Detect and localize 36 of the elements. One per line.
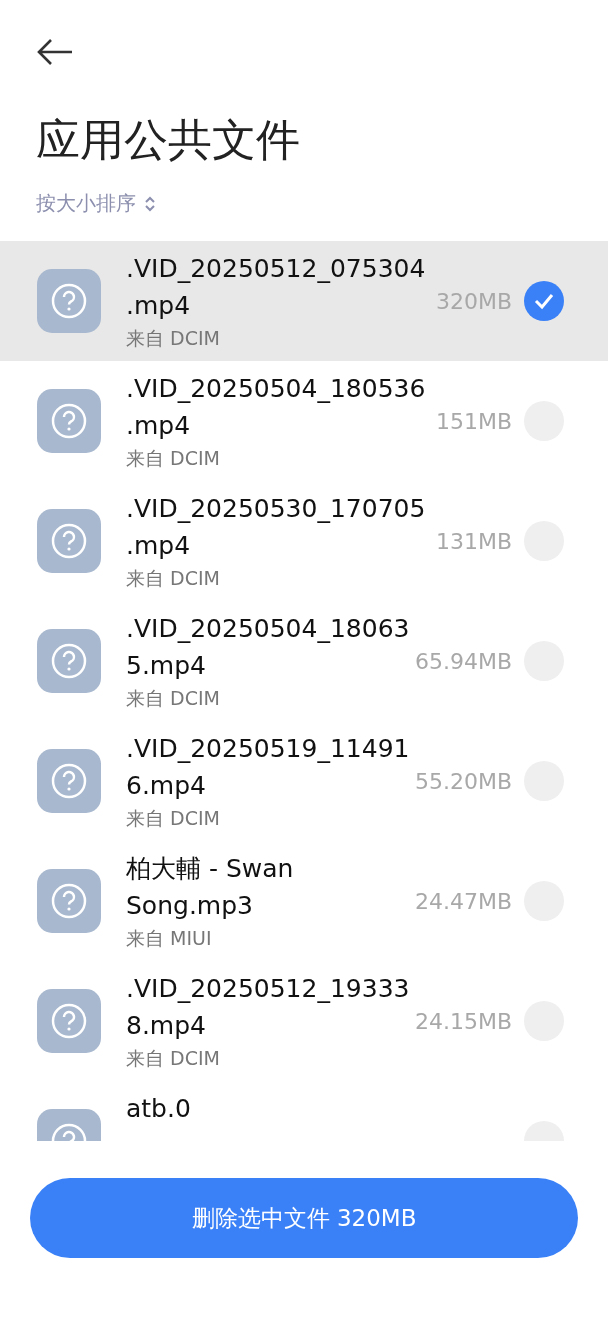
unknown-file-icon [37, 389, 101, 453]
unknown-file-icon [37, 509, 101, 573]
file-source: 来自 MIUI [126, 926, 212, 951]
file-row[interactable]: .VID_20250512_075304.mp4 来自 DCIM 320MB [0, 241, 608, 361]
back-arrow-icon[interactable] [36, 38, 74, 66]
file-size: 151MB [435, 408, 512, 434]
file-name: .VID_20250512_075304.mp4 [126, 253, 426, 322]
unknown-file-icon [37, 629, 101, 693]
file-name: atb.0 [126, 1093, 191, 1125]
file-name: 柏大輔 - Swan Song.mp3 [126, 853, 295, 922]
unknown-file-icon [37, 749, 101, 813]
file-source: 来自 DCIM [126, 1046, 220, 1071]
select-checkbox[interactable] [524, 281, 564, 321]
file-source: 来自 DCIM [126, 686, 220, 711]
file-size: 24.15MB [414, 1008, 512, 1034]
file-name: .VID_20250504_180635.mp4 [126, 613, 411, 682]
file-name: .VID_20250530_170705.mp4 [126, 493, 426, 562]
unknown-file-icon [37, 269, 101, 333]
page-title: 应用公共文件 [36, 113, 300, 167]
sort-chevron-icon [144, 194, 156, 213]
file-source: 来自 DCIM [126, 806, 220, 831]
file-name: .VID_20250504_180536.mp4 [126, 373, 426, 442]
file-size: 65.94MB [414, 648, 512, 674]
file-size: 24.47MB [414, 888, 512, 914]
delete-selected-button[interactable]: 删除选中文件 320MB [30, 1178, 578, 1258]
file-source: 来自 DCIM [126, 566, 220, 591]
file-name: .VID_20250519_114916.mp4 [126, 733, 411, 802]
file-source: 来自 DCIM [126, 446, 220, 471]
file-source: 来自 DCIM [126, 326, 220, 351]
file-size: 55.20MB [414, 768, 512, 794]
unknown-file-icon [37, 989, 101, 1053]
file-size: 131MB [435, 528, 512, 554]
file-name: .VID_20250512_193338.mp4 [126, 973, 411, 1042]
file-size: 320MB [435, 288, 512, 314]
checkmark-icon [533, 292, 555, 310]
unknown-file-icon [37, 869, 101, 933]
